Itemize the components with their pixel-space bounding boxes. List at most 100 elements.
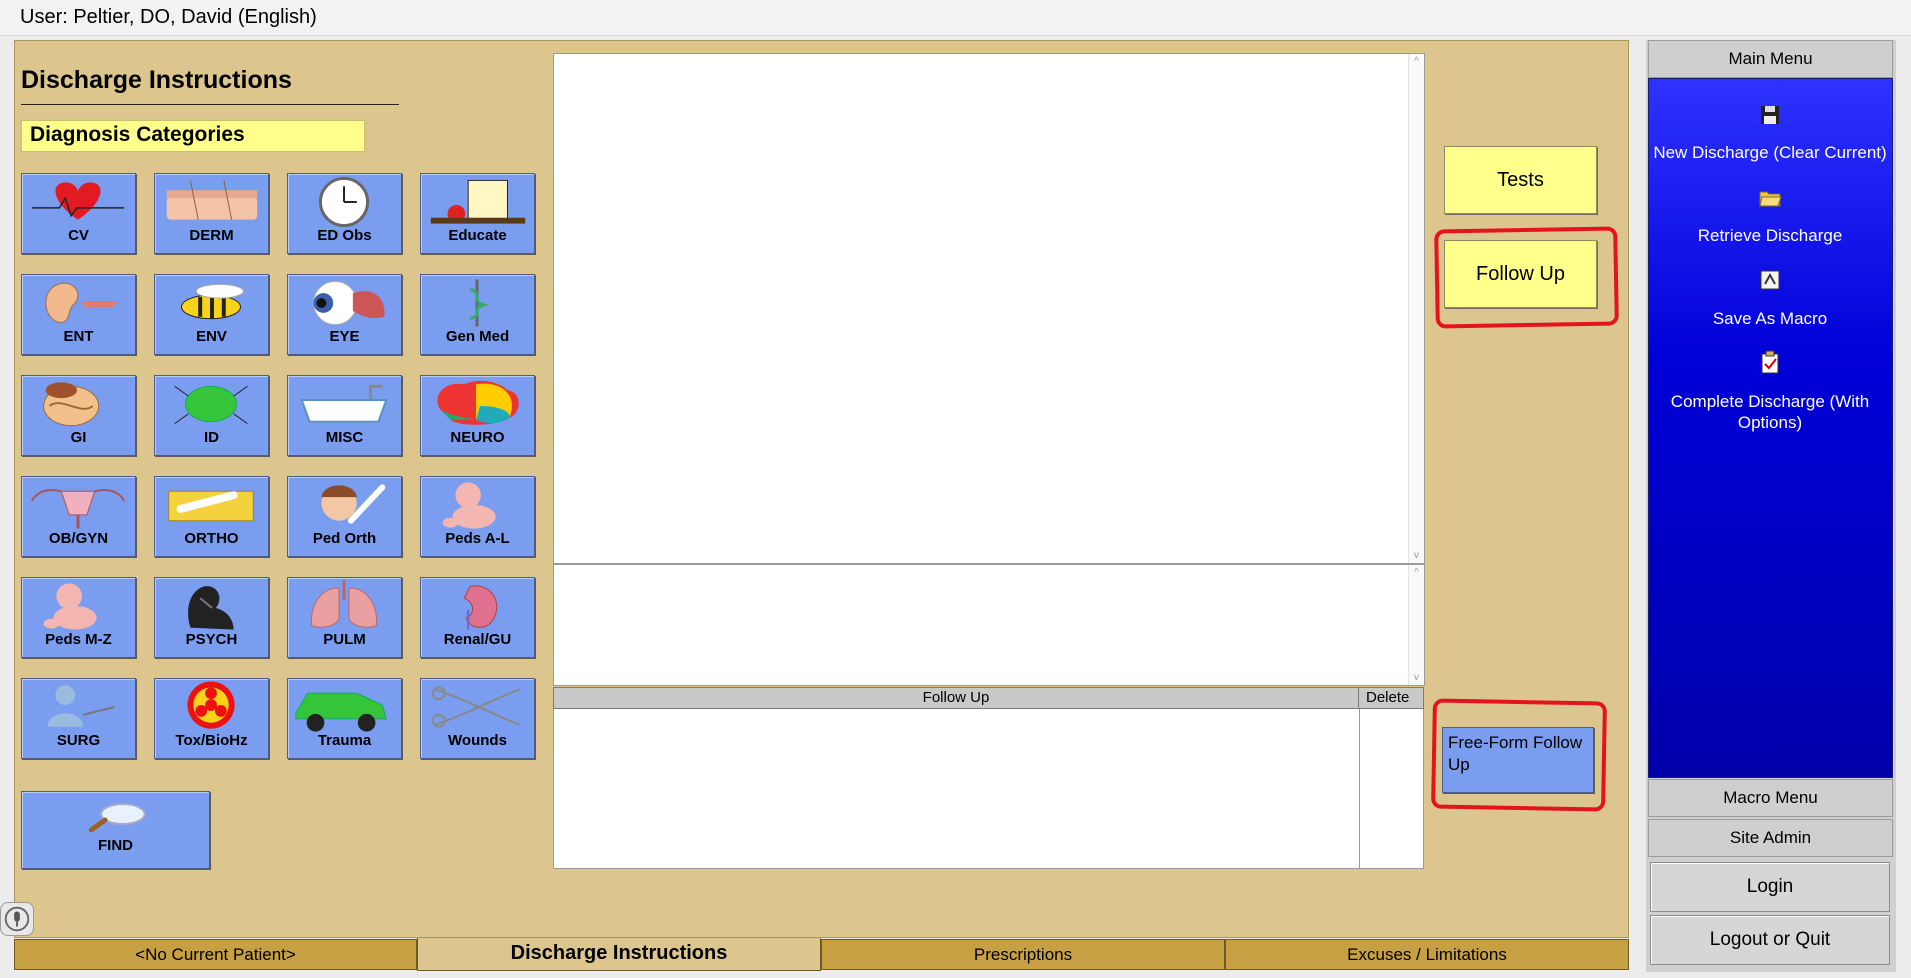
germ-icon <box>174 385 248 425</box>
category-button-neuro[interactable]: NEURO <box>420 375 535 456</box>
login-button[interactable]: Login <box>1650 862 1890 912</box>
baby-icon <box>43 583 97 630</box>
category-button-ortho[interactable]: ORTHO <box>154 476 269 557</box>
category-button-surg[interactable]: SURG <box>21 678 136 759</box>
category-label: NEURO <box>450 429 505 446</box>
complete-discharge-item[interactable]: Complete Discharge (With Options) <box>1650 391 1890 433</box>
category-label: OB/GYN <box>48 530 109 547</box>
category-label: Peds A-L <box>445 530 510 547</box>
category-button-ped-orth[interactable]: Ped Orth <box>287 476 402 557</box>
category-label: ID <box>204 429 219 446</box>
biohazard-icon <box>187 681 235 729</box>
delete-column-header: Delete <box>1366 689 1410 706</box>
skin-icon <box>166 180 258 220</box>
notes-textbox[interactable]: ^ v <box>553 564 1425 686</box>
title-divider <box>21 104 399 105</box>
category-button-psych[interactable]: PSYCH <box>154 577 269 658</box>
save-as-macro-item[interactable]: Save As Macro <box>1650 308 1890 329</box>
microphone-button[interactable] <box>0 902 34 936</box>
scroll-up-icon[interactable]: ^ <box>1409 567 1424 578</box>
category-button-misc[interactable]: MISC <box>287 375 402 456</box>
category-label: ENT <box>63 328 94 345</box>
scroll-down-icon[interactable]: v <box>1409 550 1424 561</box>
followup-table-body[interactable] <box>553 709 1424 869</box>
category-button-id[interactable]: ID <box>154 375 269 456</box>
category-button-env[interactable]: ENV <box>154 274 269 355</box>
logout-button[interactable]: Logout or Quit <box>1650 915 1890 965</box>
eye-icon <box>313 280 385 326</box>
site-admin-button[interactable]: Site Admin <box>1648 819 1893 857</box>
category-button-ed-obs[interactable]: ED Obs <box>287 173 402 254</box>
column-divider <box>1359 709 1360 868</box>
caduceus-icon <box>469 279 490 327</box>
free-form-follow-up-button[interactable]: Free-Form Follow Up <box>1442 727 1594 793</box>
category-label: Peds M-Z <box>45 631 112 648</box>
category-button-peds-a-l[interactable]: Peds A-L <box>420 476 535 557</box>
scroll-down-icon[interactable]: v <box>1409 672 1424 683</box>
macro-menu-button[interactable]: Macro Menu <box>1648 779 1893 817</box>
macro-icon <box>1760 270 1780 290</box>
tab-no-current-patient[interactable]: <No Current Patient> <box>14 939 417 970</box>
tab-discharge-instructions[interactable]: Discharge Instructions <box>417 938 821 971</box>
category-button-cv[interactable]: CV <box>21 173 136 254</box>
category-label: EYE <box>329 328 360 345</box>
category-label: PULM <box>323 631 366 648</box>
category-label: GI <box>70 429 87 446</box>
category-button-ob-gyn[interactable]: OB/GYN <box>21 476 136 557</box>
crashed-car-icon <box>295 692 387 732</box>
category-button-gi[interactable]: GI <box>21 375 136 456</box>
microphone-icon <box>4 906 30 932</box>
category-label: ORTHO <box>184 530 239 547</box>
tab-excuses-limitations[interactable]: Excuses / Limitations <box>1225 939 1629 970</box>
kidney-icon <box>463 585 498 630</box>
user-label: User: Peltier, DO, David (English) <box>20 6 317 28</box>
retrieve-discharge-item[interactable]: Retrieve Discharge <box>1650 225 1890 246</box>
follow-up-button[interactable]: Follow Up <box>1444 240 1597 308</box>
category-button-eye[interactable]: EYE <box>287 274 402 355</box>
category-button-wounds[interactable]: Wounds <box>420 678 535 759</box>
child-bone-icon <box>321 484 386 524</box>
scissors-icon <box>431 686 520 728</box>
category-label: CV <box>68 227 89 244</box>
category-button-gen-med[interactable]: Gen Med <box>420 274 535 355</box>
category-button-trauma[interactable]: Trauma <box>287 678 402 759</box>
page-title: Discharge Instructions <box>21 66 292 94</box>
bathtub-icon <box>300 384 388 423</box>
category-label: Ped Orth <box>312 530 377 547</box>
category-button-tox-biohz[interactable]: Tox/BioHz <box>154 678 269 759</box>
surgeon-icon <box>47 685 115 727</box>
education-icon <box>430 179 526 224</box>
ear-icon <box>45 282 121 324</box>
instructions-scrollbar[interactable]: ^ v <box>1408 54 1424 563</box>
category-button-educate[interactable]: Educate <box>420 173 535 254</box>
bone-icon <box>168 490 254 522</box>
category-label: ED Obs <box>317 227 372 244</box>
magnifier-icon <box>88 803 146 833</box>
tab-prescriptions[interactable]: Prescriptions <box>821 939 1225 970</box>
main-menu-button[interactable]: Main Menu <box>1648 40 1893 78</box>
category-header: Diagnosis Categories <box>21 120 365 152</box>
instructions-textbox[interactable]: ^ v <box>553 53 1425 564</box>
uterus-icon <box>30 489 126 529</box>
heart-icon <box>31 182 125 220</box>
category-button-pulm[interactable]: PULM <box>287 577 402 658</box>
category-label: Gen Med <box>445 328 510 345</box>
followup-column-header: Follow Up <box>554 688 1359 708</box>
intestines-icon <box>43 382 100 427</box>
category-button-renal-gu[interactable]: Renal/GU <box>420 577 535 658</box>
category-button-ent[interactable]: ENT <box>21 274 136 355</box>
user-status-bar: User: Peltier, DO, David (English) <box>0 0 1911 36</box>
category-label: Tox/BioHz <box>175 732 248 749</box>
category-button-derm[interactable]: DERM <box>154 173 269 254</box>
category-button-peds-m-z[interactable]: Peds M-Z <box>21 577 136 658</box>
category-label: Renal/GU <box>443 631 512 648</box>
notes-scrollbar[interactable]: ^ v <box>1408 565 1424 685</box>
category-label: DERM <box>189 227 234 244</box>
new-discharge-item[interactable]: New Discharge (Clear Current) <box>1650 142 1890 163</box>
tests-button[interactable]: Tests <box>1444 146 1597 214</box>
scroll-up-icon[interactable]: ^ <box>1409 56 1424 67</box>
category-label: PSYCH <box>185 631 238 648</box>
find-button[interactable]: FIND <box>21 791 210 869</box>
category-label: MISC <box>325 429 364 446</box>
clipboard-check-icon <box>1761 350 1779 374</box>
